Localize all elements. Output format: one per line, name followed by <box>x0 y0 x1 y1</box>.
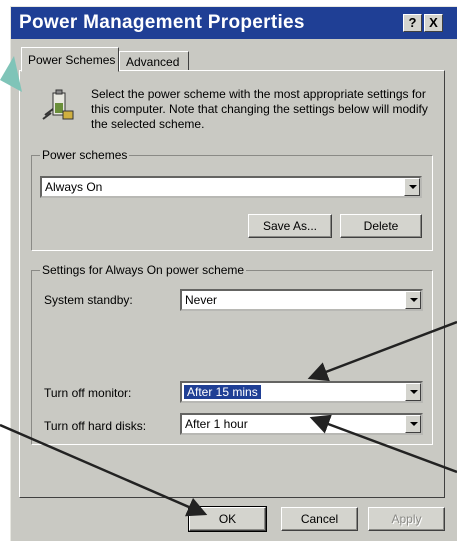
monitor-select[interactable]: After 15 mins <box>180 381 423 403</box>
chevron-down-icon[interactable] <box>405 291 421 309</box>
delete-button[interactable]: Delete <box>340 214 422 238</box>
save-as-button[interactable]: Save As... <box>248 214 332 238</box>
chevron-down-icon[interactable] <box>405 415 421 433</box>
system-standby-label: System standby: <box>44 293 133 307</box>
help-button[interactable]: ? <box>403 14 422 32</box>
chevron-down-icon[interactable] <box>405 383 421 401</box>
power-scheme-select[interactable]: Always On <box>40 176 422 198</box>
cancel-button[interactable]: Cancel <box>281 507 358 531</box>
power-scheme-value: Always On <box>45 180 103 194</box>
monitor-label: Turn off monitor: <box>44 386 132 400</box>
power-management-dialog: Power Management Properties ? X Power Sc… <box>10 6 457 541</box>
power-schemes-group-label: Power schemes <box>40 148 130 162</box>
power-schemes-group: Power schemes Always On Save As... Delet… <box>31 148 433 251</box>
close-button[interactable]: X <box>424 14 443 32</box>
tab-power-schemes[interactable]: Power Schemes <box>21 47 119 72</box>
settings-group: Settings for Always On power scheme Syst… <box>31 263 433 445</box>
system-standby-select[interactable]: Never <box>180 289 423 311</box>
battery-plug-icon <box>42 89 74 120</box>
title-bar[interactable]: Power Management Properties ? X <box>11 7 457 39</box>
monitor-value: After 15 mins <box>184 385 261 399</box>
system-standby-value: Never <box>185 293 218 307</box>
hard-disks-value: After 1 hour <box>185 417 248 431</box>
window-title: Power Management Properties <box>19 12 305 33</box>
ok-button[interactable]: OK <box>188 506 267 532</box>
tab-advanced[interactable]: Advanced <box>119 51 189 71</box>
intro-text: Select the power scheme with the most ap… <box>91 87 428 131</box>
hard-disks-label: Turn off hard disks: <box>44 419 147 433</box>
hard-disks-select[interactable]: After 1 hour <box>180 413 423 435</box>
settings-group-label: Settings for Always On power scheme <box>40 263 247 277</box>
apply-button[interactable]: Apply <box>368 507 445 531</box>
chevron-down-icon[interactable] <box>404 178 420 196</box>
